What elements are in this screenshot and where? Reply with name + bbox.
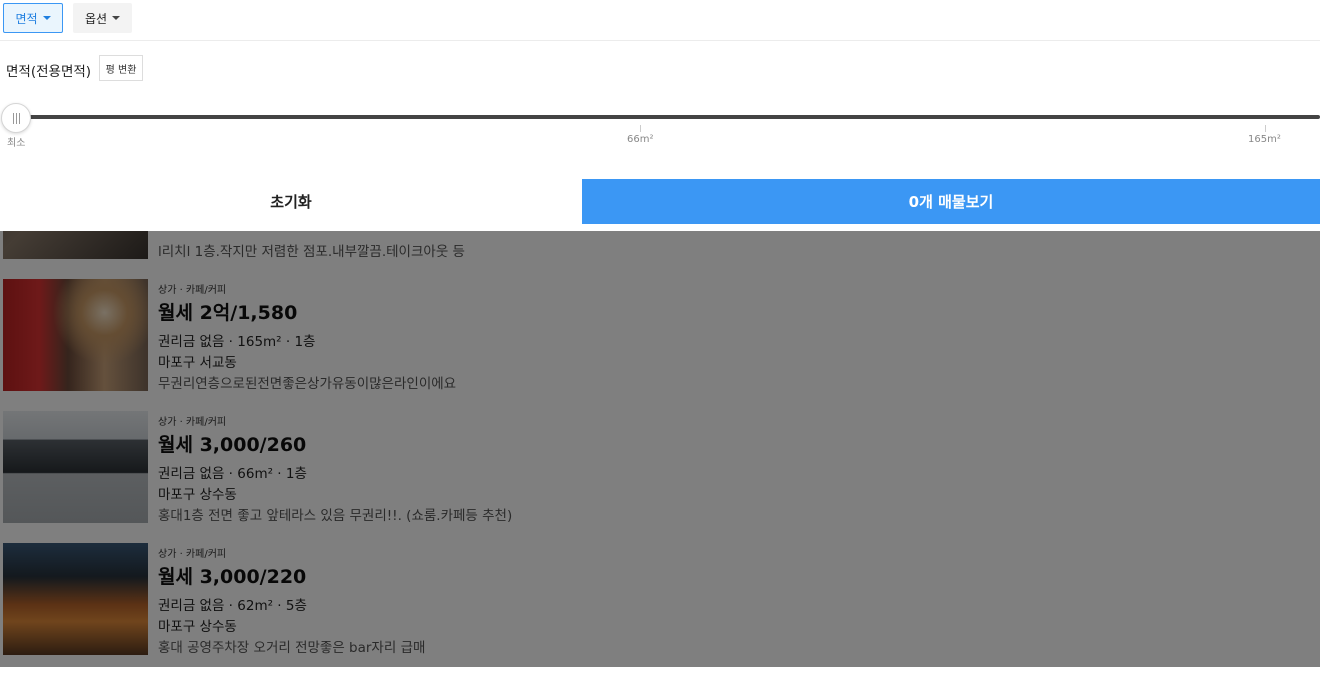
slider-tick <box>1265 125 1266 132</box>
tab-area-label: 면적 <box>15 11 38 26</box>
caret-down-icon <box>112 16 121 20</box>
tab-options-label: 옵션 <box>84 11 108 26</box>
caret-down-icon <box>42 16 51 20</box>
reset-button[interactable]: 초기화 <box>0 179 582 224</box>
grip-line <box>15 112 17 124</box>
area-slider-track[interactable] <box>15 115 1320 119</box>
area-slider-handle[interactable] <box>1 103 31 133</box>
slider-min-label: 최소 <box>7 138 26 149</box>
slider-tick <box>640 125 641 132</box>
filter-tab-bar: 면적 옵션 <box>0 0 1320 41</box>
grip-line <box>12 112 14 124</box>
tab-area[interactable]: 면적 <box>3 3 63 33</box>
grip-line <box>18 112 20 124</box>
view-listings-button[interactable]: 0개 매물보기 <box>582 179 1320 224</box>
tab-options[interactable]: 옵션 <box>73 3 132 33</box>
slider-tick-label: 165m² <box>1248 134 1281 145</box>
filter-panel: 면적 옵션 면적(전용면적) 평 변환 최소 66m² 165m² 초기화 0개… <box>0 0 1320 231</box>
area-filter-label: 면적(전용면적) <box>6 64 92 80</box>
slider-tick-label: 66m² <box>627 134 654 145</box>
pyeong-convert-button[interactable]: 평 변환 <box>99 55 143 81</box>
